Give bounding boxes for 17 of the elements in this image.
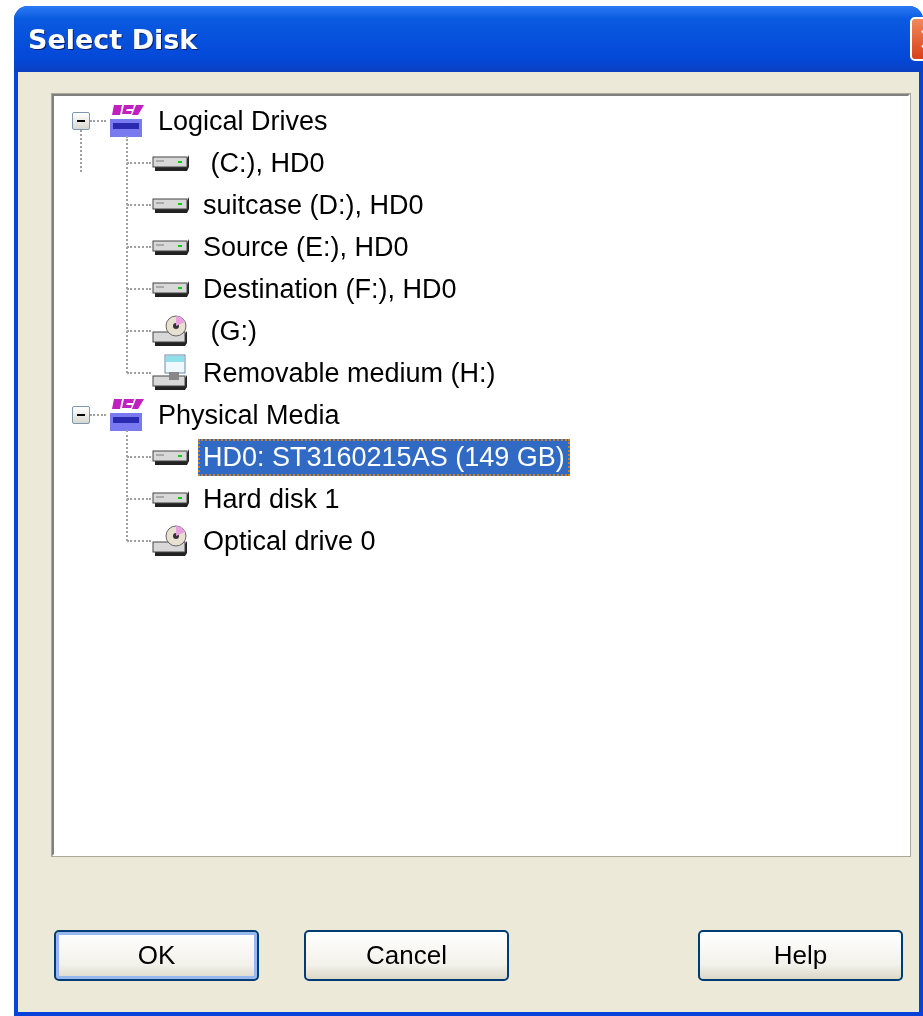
tree-item[interactable]: Destination (F:), HD0 [198, 270, 462, 308]
tree-item[interactable]: (C:), HD0 [198, 144, 330, 182]
collapse-icon[interactable] [72, 406, 90, 424]
tree-item[interactable]: Hard disk 1 [198, 480, 345, 518]
dialog-button[interactable]: Help [698, 930, 903, 981]
tree-item[interactable]: suitcase (D:), HD0 [198, 186, 429, 224]
collapse-icon[interactable] [72, 112, 90, 130]
dialog-button[interactable]: Cancel [304, 930, 509, 981]
tree-item[interactable]: HD0: ST3160215AS (149 GB) [198, 438, 570, 476]
tree-item[interactable]: Physical Media [153, 396, 345, 434]
tree-item[interactable]: Source (E:), HD0 [198, 228, 414, 266]
tree-item[interactable]: Optical drive 0 [198, 522, 381, 560]
window-title: Select Disk [28, 23, 198, 55]
tree-item[interactable]: (G:) [198, 312, 262, 350]
dialog-button[interactable]: OK [54, 930, 259, 981]
tree-item[interactable]: Logical Drives [153, 102, 333, 140]
tree-item[interactable]: Removable medium (H:) [198, 354, 501, 392]
